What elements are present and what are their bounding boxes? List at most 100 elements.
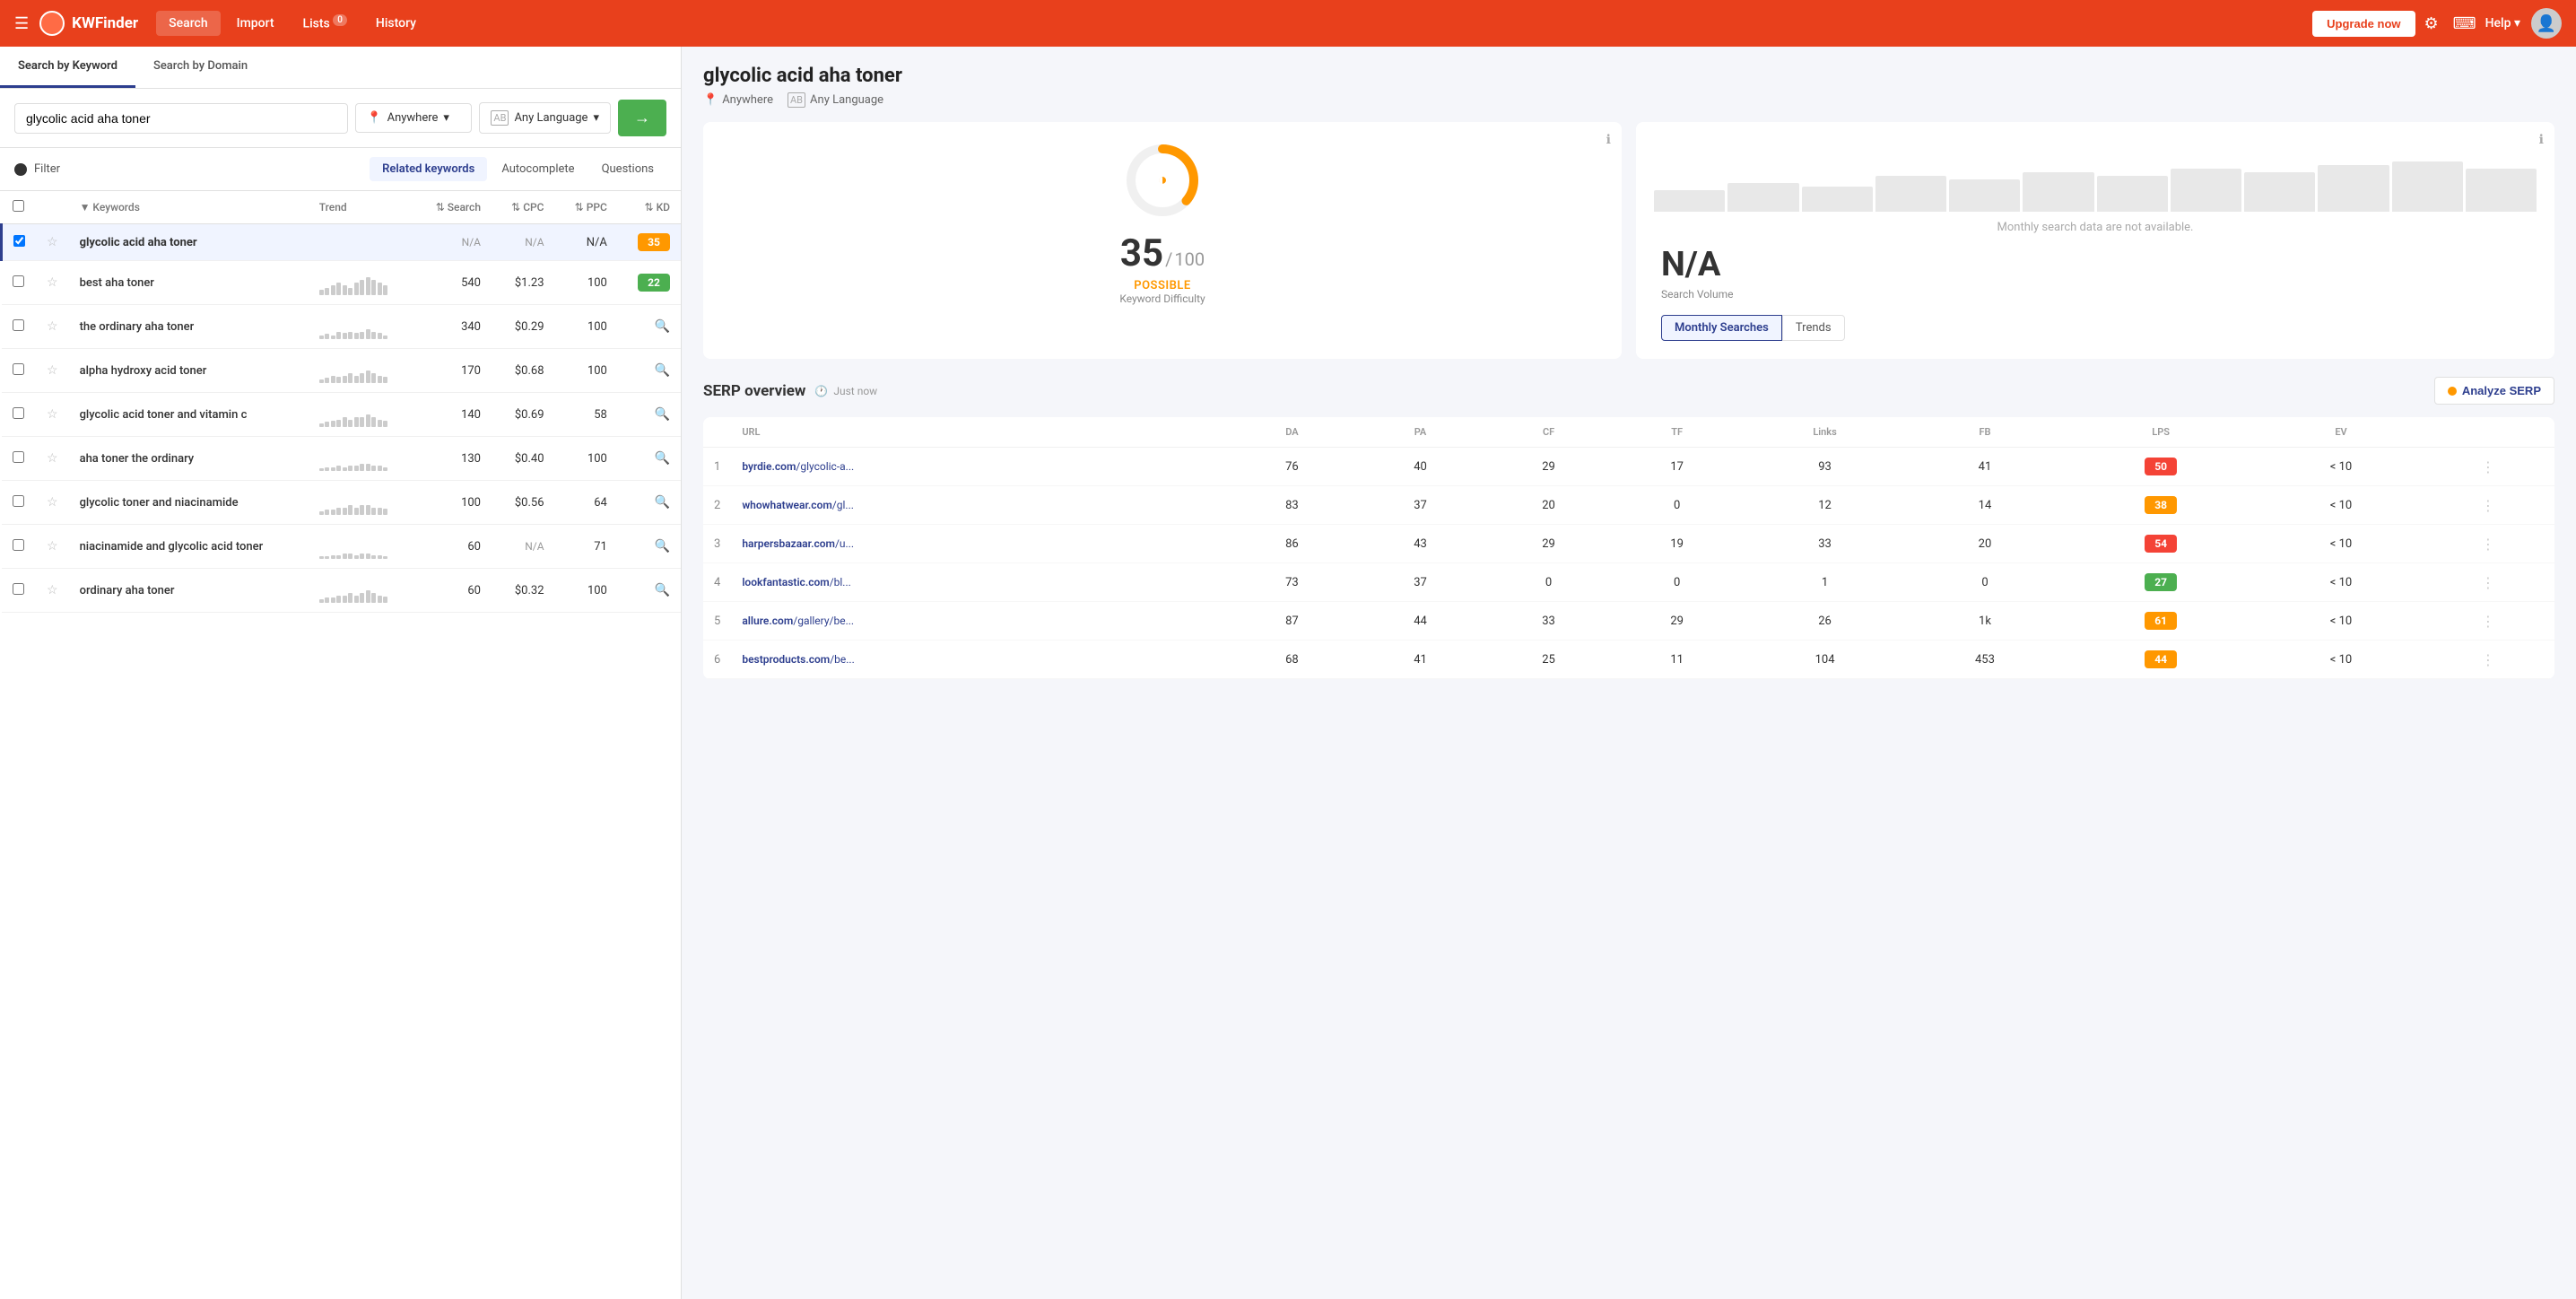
row-checkbox[interactable] — [13, 363, 24, 375]
keyword-name[interactable]: glycolic acid aha toner — [80, 236, 197, 249]
row-checkbox[interactable] — [13, 275, 24, 287]
kd-search-icon[interactable]: 🔍 — [655, 539, 670, 554]
search-input[interactable] — [14, 103, 348, 134]
table-row[interactable]: ☆glycolic acid aha tonerN/AN/AN/A35 — [2, 224, 682, 261]
nav-history[interactable]: History — [363, 11, 429, 36]
table-row[interactable]: ☆glycolic toner and niacinamide100$0.566… — [2, 481, 682, 525]
star-icon[interactable]: ☆ — [47, 451, 58, 466]
star-icon[interactable]: ☆ — [47, 319, 58, 334]
row-menu-icon[interactable]: ⋮ — [2481, 574, 2495, 591]
kd-search-icon[interactable]: 🔍 — [655, 583, 670, 597]
table-row[interactable]: ☆ordinary aha toner60$0.32100🔍 — [2, 569, 682, 613]
keyword-name[interactable]: glycolic toner and niacinamide — [80, 496, 239, 510]
nav-lists[interactable]: Lists 0 — [291, 10, 360, 37]
star-icon[interactable]: ☆ — [47, 583, 58, 597]
sv-tab-monthly[interactable]: Monthly Searches — [1661, 315, 1782, 341]
serp-row[interactable]: 4 lookfantastic.com/bl... 73 37 0 0 1 0 … — [703, 563, 2554, 602]
keyword-name[interactable]: best aha toner — [80, 276, 154, 290]
menu-icon[interactable]: ☰ — [14, 14, 29, 33]
row-checkbox[interactable] — [13, 495, 24, 507]
location-select[interactable]: 📍 Anywhere ▾ — [355, 103, 472, 133]
keyword-name[interactable]: glycolic acid toner and vitamin c — [80, 408, 248, 422]
filter-tab-related[interactable]: Related keywords — [370, 157, 487, 181]
row-actions[interactable]: ⋮ — [2422, 602, 2554, 641]
tab-domain[interactable]: Search by Domain — [135, 47, 265, 88]
star-icon[interactable]: ☆ — [47, 495, 58, 510]
sv-tab-trends[interactable]: Trends — [1782, 315, 1845, 341]
keyword-name[interactable]: alpha hydroxy acid toner — [80, 364, 207, 378]
keyword-name[interactable]: ordinary aha toner — [80, 584, 175, 597]
row-checkbox[interactable] — [13, 407, 24, 419]
serp-row[interactable]: 5 allure.com/gallery/be... 87 44 33 29 2… — [703, 602, 2554, 641]
col-ppc[interactable]: ⇅ PPC — [555, 191, 618, 224]
table-row[interactable]: ☆alpha hydroxy acid toner170$0.68100🔍 — [2, 349, 682, 393]
row-actions[interactable]: ⋮ — [2422, 525, 2554, 563]
row-actions[interactable]: ⋮ — [2422, 486, 2554, 525]
row-menu-icon[interactable]: ⋮ — [2481, 651, 2495, 668]
star-icon[interactable]: ☆ — [47, 363, 58, 378]
trend-bars — [319, 402, 403, 427]
serp-url-link[interactable]: bestproducts.com/be... — [742, 653, 854, 666]
upgrade-button[interactable]: Upgrade now — [2312, 11, 2415, 37]
filter-label[interactable]: Filter — [34, 162, 60, 176]
filter-tab-autocomplete[interactable]: Autocomplete — [489, 157, 587, 181]
keyboard-icon[interactable]: ⌨ — [2448, 9, 2482, 39]
user-avatar[interactable]: 👤 — [2531, 8, 2562, 39]
table-row[interactable]: ☆best aha toner540$1.2310022 — [2, 261, 682, 305]
table-row[interactable]: ☆glycolic acid toner and vitamin c140$0.… — [2, 393, 682, 437]
table-row[interactable]: ☆aha toner the ordinary130$0.40100🔍 — [2, 437, 682, 481]
sv-info-icon[interactable]: ℹ — [2539, 133, 2544, 147]
kd-search-icon[interactable]: 🔍 — [655, 451, 670, 466]
kd-search-icon[interactable]: 🔍 — [655, 407, 670, 422]
row-actions[interactable]: ⋮ — [2422, 641, 2554, 679]
kd-search-icon[interactable]: 🔍 — [655, 495, 670, 510]
row-menu-icon[interactable]: ⋮ — [2481, 536, 2495, 553]
star-icon[interactable]: ☆ — [47, 539, 58, 554]
table-row[interactable]: ☆niacinamide and glycolic acid toner60N/… — [2, 525, 682, 569]
select-all-checkbox[interactable] — [13, 200, 24, 212]
row-checkbox[interactable] — [13, 583, 24, 595]
table-row[interactable]: ☆the ordinary aha toner340$0.29100🔍 — [2, 305, 682, 349]
kd-info-icon[interactable]: ℹ — [1606, 133, 1611, 147]
star-icon[interactable]: ☆ — [47, 235, 58, 249]
row-checkbox[interactable] — [13, 539, 24, 551]
star-icon[interactable]: ☆ — [47, 275, 58, 290]
language-select[interactable]: AB Any Language ▾ — [479, 102, 611, 134]
kd-search-icon[interactable]: 🔍 — [655, 363, 670, 378]
help-menu[interactable]: Help ▾ — [2485, 16, 2520, 31]
col-kd[interactable]: ⇅ KD — [618, 191, 681, 224]
serp-url-link[interactable]: lookfantastic.com/bl... — [742, 576, 851, 588]
keyword-name[interactable]: aha toner the ordinary — [80, 452, 195, 466]
serp-url-link[interactable]: byrdie.com/glycolic-a... — [742, 460, 854, 473]
col-cpc[interactable]: ⇅ CPC — [492, 191, 555, 224]
settings-icon[interactable]: ⚙ — [2419, 9, 2444, 39]
row-checkbox[interactable] — [13, 235, 25, 247]
filter-tab-questions[interactable]: Questions — [589, 157, 666, 181]
star-icon[interactable]: ☆ — [47, 407, 58, 422]
serp-row[interactable]: 2 whowhatwear.com/gl... 83 37 20 0 12 14… — [703, 486, 2554, 525]
serp-url-link[interactable]: harpersbazaar.com/u... — [742, 537, 854, 550]
keyword-name[interactable]: the ordinary aha toner — [80, 320, 195, 334]
analyze-serp-button[interactable]: Analyze SERP — [2434, 377, 2554, 405]
serp-row[interactable]: 3 harpersbazaar.com/u... 86 43 29 19 33 … — [703, 525, 2554, 563]
col-search[interactable]: ⇅ Search — [413, 191, 492, 224]
serp-row[interactable]: 6 bestproducts.com/be... 68 41 25 11 104… — [703, 641, 2554, 679]
row-menu-icon[interactable]: ⋮ — [2481, 458, 2495, 475]
serp-row[interactable]: 1 byrdie.com/glycolic-a... 76 40 29 17 9… — [703, 448, 2554, 486]
row-actions[interactable]: ⋮ — [2422, 448, 2554, 486]
serp-url-link[interactable]: allure.com/gallery/be... — [742, 615, 854, 627]
search-button[interactable]: → — [618, 100, 666, 136]
kd-search-icon[interactable]: 🔍 — [655, 319, 670, 334]
row-actions[interactable]: ⋮ — [2422, 563, 2554, 602]
tab-keyword[interactable]: Search by Keyword — [0, 47, 135, 88]
row-checkbox[interactable] — [13, 451, 24, 463]
col-links: Links — [1741, 417, 1909, 448]
row-menu-icon[interactable]: ⋮ — [2481, 613, 2495, 630]
nav-import[interactable]: Import — [224, 11, 287, 36]
keyword-name[interactable]: niacinamide and glycolic acid toner — [80, 540, 264, 554]
serp-url-link[interactable]: whowhatwear.com/gl... — [742, 499, 854, 511]
row-menu-icon[interactable]: ⋮ — [2481, 497, 2495, 514]
filter-toggle[interactable]: Filter — [14, 162, 60, 176]
row-checkbox[interactable] — [13, 319, 24, 331]
nav-search[interactable]: Search — [156, 11, 220, 36]
